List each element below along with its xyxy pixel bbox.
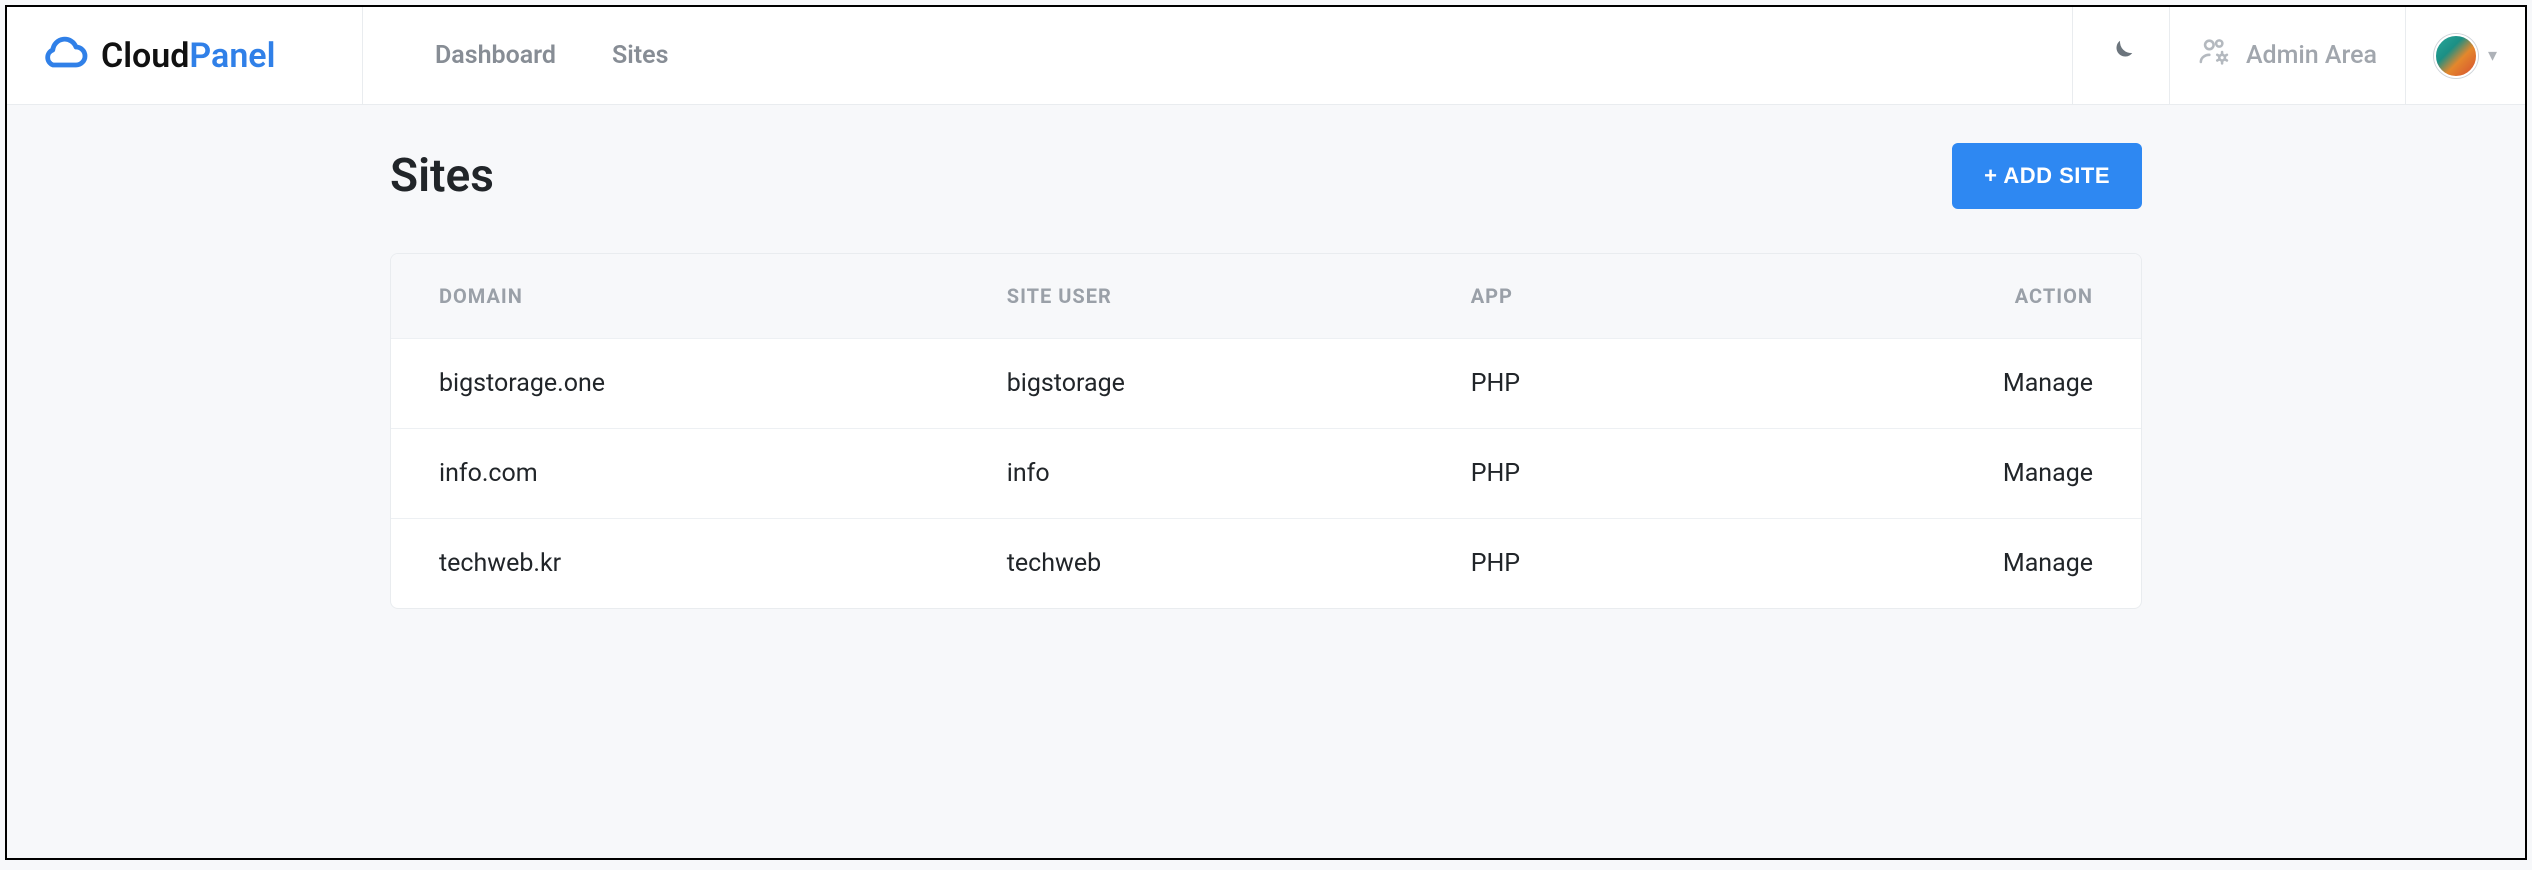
nav-link-dashboard[interactable]: Dashboard: [435, 41, 556, 70]
cell-domain: info.com: [391, 429, 959, 519]
table-row: info.com info PHP Manage: [391, 429, 2141, 519]
topbar: CloudPanel Dashboard Sites: [7, 7, 2525, 105]
chevron-down-icon[interactable]: ▾: [2488, 45, 2497, 66]
sites-card: DOMAIN SITE USER APP ACTION bigstorage.o…: [390, 253, 2142, 609]
col-site-user: SITE USER: [959, 254, 1423, 339]
cloud-icon: [41, 27, 89, 84]
sites-table-body: bigstorage.one bigstorage PHP Manage inf…: [391, 339, 2141, 609]
cell-action: Manage: [1738, 429, 2141, 519]
col-domain: DOMAIN: [391, 254, 959, 339]
admin-area-label: Admin Area: [2246, 41, 2377, 70]
cell-action: Manage: [1738, 519, 2141, 609]
nav-link-sites[interactable]: Sites: [612, 41, 668, 70]
title-row: Sites + ADD SITE: [390, 143, 2142, 209]
users-gear-icon: [2198, 35, 2232, 76]
cell-app: PHP: [1423, 339, 1738, 429]
sites-table: DOMAIN SITE USER APP ACTION bigstorage.o…: [391, 254, 2141, 608]
add-site-button[interactable]: + ADD SITE: [1952, 143, 2142, 209]
moon-icon: [2106, 37, 2136, 74]
cell-action: Manage: [1738, 339, 2141, 429]
brand-text-cloud: Cloud: [101, 36, 189, 76]
manage-link[interactable]: Manage: [2003, 459, 2093, 488]
admin-area-segment: Admin Area: [2169, 7, 2405, 104]
content: Sites + ADD SITE DOMAIN SITE USER APP AC…: [7, 105, 2525, 609]
table-row: techweb.kr techweb PHP Manage: [391, 519, 2141, 609]
cell-site-user: techweb: [959, 519, 1423, 609]
darkmode-segment: [2072, 7, 2169, 104]
cell-site-user: bigstorage: [959, 339, 1423, 429]
cell-domain: bigstorage.one: [391, 339, 959, 429]
avatar-segment: ▾: [2405, 7, 2525, 104]
container: Sites + ADD SITE DOMAIN SITE USER APP AC…: [390, 143, 2142, 609]
darkmode-toggle[interactable]: [2101, 37, 2141, 74]
admin-area-link[interactable]: Admin Area: [2198, 35, 2377, 76]
brand-text-panel: Panel: [189, 36, 275, 76]
table-row: bigstorage.one bigstorage PHP Manage: [391, 339, 2141, 429]
page-title: Sites: [390, 149, 494, 203]
user-avatar[interactable]: [2434, 34, 2478, 78]
brand-wrap: CloudPanel: [7, 7, 363, 104]
manage-link[interactable]: Manage: [2003, 369, 2093, 398]
topbar-right: Admin Area ▾: [2072, 7, 2525, 104]
col-action: ACTION: [1738, 254, 2141, 339]
cell-app: PHP: [1423, 519, 1738, 609]
cell-app: PHP: [1423, 429, 1738, 519]
sites-table-header-row: DOMAIN SITE USER APP ACTION: [391, 254, 2141, 339]
nav-links: Dashboard Sites: [363, 7, 668, 104]
cell-site-user: info: [959, 429, 1423, 519]
manage-link[interactable]: Manage: [2003, 549, 2093, 578]
sites-table-head: DOMAIN SITE USER APP ACTION: [391, 254, 2141, 339]
brand-text: CloudPanel: [101, 36, 275, 76]
col-app: APP: [1423, 254, 1738, 339]
brand[interactable]: CloudPanel: [41, 27, 275, 84]
cell-domain: techweb.kr: [391, 519, 959, 609]
